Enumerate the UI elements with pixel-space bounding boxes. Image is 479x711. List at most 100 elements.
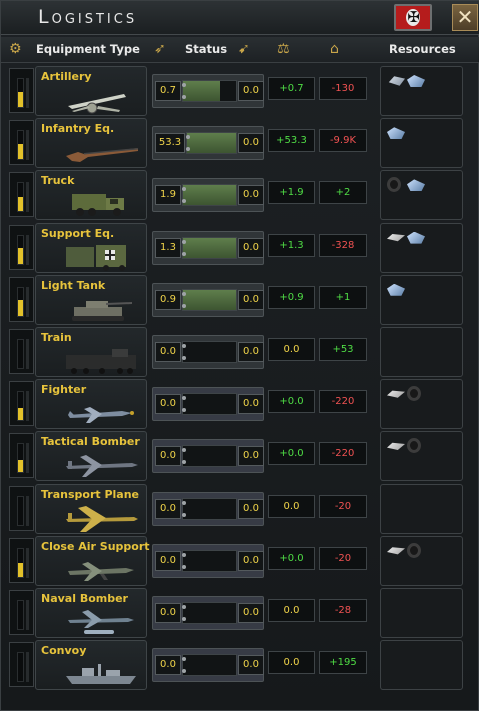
equipment-row[interactable]: Tactical Bomber 0.0 0.0 +0.0 -220 bbox=[5, 431, 464, 482]
readiness-bar bbox=[17, 391, 24, 422]
stockpile-value: 0.0 bbox=[155, 394, 181, 415]
resources-box bbox=[380, 170, 463, 221]
aluminium-icon bbox=[387, 283, 405, 296]
track-knob bbox=[182, 617, 186, 621]
readiness-bar bbox=[17, 652, 24, 683]
readiness-gauge bbox=[9, 329, 34, 374]
equipment-row[interactable]: Artillery 0.7 0.0 +0.7 -130 bbox=[5, 66, 464, 116]
net-balance: +53 bbox=[319, 338, 367, 361]
equipment-row[interactable]: Truck 1.9 0.0 +1.9 +2 bbox=[5, 170, 464, 221]
readiness-fill bbox=[18, 300, 23, 316]
equipment-name: Truck bbox=[41, 174, 75, 188]
resources-header[interactable]: Resources bbox=[389, 42, 456, 56]
readiness-bar bbox=[17, 78, 24, 108]
production-change: +0.0 bbox=[268, 442, 315, 466]
rubber-icon bbox=[407, 542, 421, 558]
tactical-bomber-icon bbox=[66, 455, 138, 478]
stockpile-bar[interactable]: 0.0 0.0 bbox=[152, 543, 264, 578]
factory-building-icon[interactable]: ⌂ bbox=[330, 41, 339, 57]
equipment-row[interactable]: Close Air Support 0.0 0.0 +0.0 -20 bbox=[5, 535, 464, 586]
track-knob bbox=[182, 657, 186, 662]
equipment-name: Artillery bbox=[41, 70, 92, 83]
stockpile-bar[interactable]: 0.0 0.0 bbox=[152, 491, 264, 526]
rubber-icon bbox=[387, 177, 401, 193]
train-icon bbox=[66, 349, 136, 374]
equipment-row[interactable]: Convoy 0.0 0.0 0.0 +195 bbox=[5, 640, 464, 691]
stockpile-bar[interactable]: 0.0 0.0 bbox=[152, 335, 264, 369]
aluminium-icon bbox=[407, 231, 425, 244]
stockpile-bar[interactable]: 53.3 0.0 bbox=[152, 126, 264, 161]
equipment-name: Light Tank bbox=[41, 278, 106, 292]
artillery-gun-icon bbox=[68, 94, 126, 114]
deficit-value: 0.0 bbox=[238, 237, 264, 258]
readiness-tick bbox=[26, 339, 29, 369]
readiness-bar bbox=[17, 600, 24, 630]
stockpile-bar[interactable]: 0.9 0.0 bbox=[152, 282, 264, 317]
equipment-type-card[interactable]: Transport Plane bbox=[35, 483, 147, 534]
equipment-type-card[interactable]: Infantry Eq. bbox=[35, 118, 147, 169]
balance-scale-icon[interactable]: ⚖ bbox=[277, 41, 290, 57]
equipment-row[interactable]: Train 0.0 0.0 0.0 +53 bbox=[5, 327, 464, 377]
deficit-value: 0.0 bbox=[238, 498, 264, 519]
stockpile-bar[interactable]: 0.0 0.0 bbox=[152, 439, 264, 474]
equipment-type-card[interactable]: Fighter bbox=[35, 379, 147, 430]
readiness-bar bbox=[17, 547, 24, 578]
equipment-row[interactable]: Infantry Eq. 53.3 0.0 +53.3 -9.9K bbox=[5, 118, 464, 169]
stockpile-value: 0.9 bbox=[155, 289, 181, 310]
equipment-type-card[interactable]: Train bbox=[35, 327, 147, 377]
equipment-type-card[interactable]: Artillery bbox=[35, 66, 147, 116]
equipment-name: Support Eq. bbox=[41, 226, 115, 240]
rifle-icon bbox=[66, 148, 138, 163]
readiness-gauge bbox=[9, 276, 34, 322]
production-change: +1.3 bbox=[268, 233, 315, 257]
equipment-row[interactable]: Light Tank 0.9 0.0 +0.9 +1 bbox=[5, 274, 464, 325]
stockpile-track bbox=[182, 288, 237, 311]
equipment-type-card[interactable]: Close Air Support bbox=[35, 535, 150, 586]
status-header[interactable]: Status bbox=[185, 42, 227, 56]
equipment-type-icon: ⚙ bbox=[9, 41, 22, 57]
window-title: Logistics bbox=[38, 6, 138, 28]
resources-box bbox=[380, 274, 463, 325]
german-reich-flag-icon[interactable]: ✠ bbox=[394, 4, 432, 31]
track-knob bbox=[182, 356, 186, 360]
stockpile-bar[interactable]: 0.0 0.0 bbox=[152, 648, 264, 683]
equipment-type-card[interactable]: Light Tank bbox=[35, 274, 147, 325]
readiness-gauge bbox=[9, 537, 34, 583]
readiness-fill bbox=[18, 407, 23, 421]
stockpile-fill bbox=[183, 237, 236, 258]
stockpile-bar[interactable]: 1.3 0.0 bbox=[152, 230, 264, 265]
stockpile-bar[interactable]: 0.0 0.0 bbox=[152, 596, 264, 630]
equipment-type-card[interactable]: Support Eq. bbox=[35, 222, 147, 273]
readiness-gauge bbox=[9, 642, 34, 688]
readiness-gauge bbox=[9, 433, 34, 479]
stockpile-fill bbox=[183, 185, 236, 206]
close-air-support-icon bbox=[68, 561, 134, 581]
stockpile-bar[interactable]: 0.0 0.0 bbox=[152, 387, 264, 422]
readiness-bar bbox=[17, 495, 24, 526]
equipment-type-card[interactable]: Tactical Bomber bbox=[35, 431, 147, 482]
net-balance: -328 bbox=[319, 233, 367, 257]
equipment-row[interactable]: Support Eq. 1.3 0.0 +1.3 -328 bbox=[5, 222, 464, 273]
equipment-type-card[interactable]: Naval Bomber bbox=[35, 588, 147, 638]
stockpile-bar[interactable]: 0.7 0.0 bbox=[152, 74, 264, 108]
readiness-bar bbox=[17, 286, 24, 317]
aluminium-icon bbox=[407, 179, 425, 192]
track-knob bbox=[182, 500, 186, 505]
deficit-value: 0.0 bbox=[238, 603, 264, 623]
stockpile-track bbox=[182, 341, 237, 363]
track-knob bbox=[182, 669, 186, 674]
equipment-row[interactable]: Naval Bomber 0.0 0.0 0.0 -28 bbox=[5, 588, 464, 638]
stockpile-bar[interactable]: 1.9 0.0 bbox=[152, 178, 264, 213]
tungsten-icon bbox=[387, 547, 405, 555]
tungsten-icon bbox=[387, 442, 405, 450]
readiness-tick bbox=[26, 391, 29, 422]
stockpile-track bbox=[186, 132, 237, 155]
equipment-row[interactable]: Fighter 0.0 0.0 +0.0 -220 bbox=[5, 379, 464, 430]
production-change: 0.0 bbox=[268, 494, 315, 518]
equipment-type-card[interactable]: Convoy bbox=[35, 640, 147, 691]
close-button[interactable]: ✕ bbox=[452, 4, 478, 31]
equipment-row[interactable]: Transport Plane 0.0 0.0 0.0 -20 bbox=[5, 483, 464, 534]
equipment-type-card[interactable]: Truck bbox=[35, 170, 147, 221]
readiness-gauge bbox=[9, 224, 34, 270]
equipment-type-header[interactable]: Equipment Type bbox=[36, 42, 140, 56]
